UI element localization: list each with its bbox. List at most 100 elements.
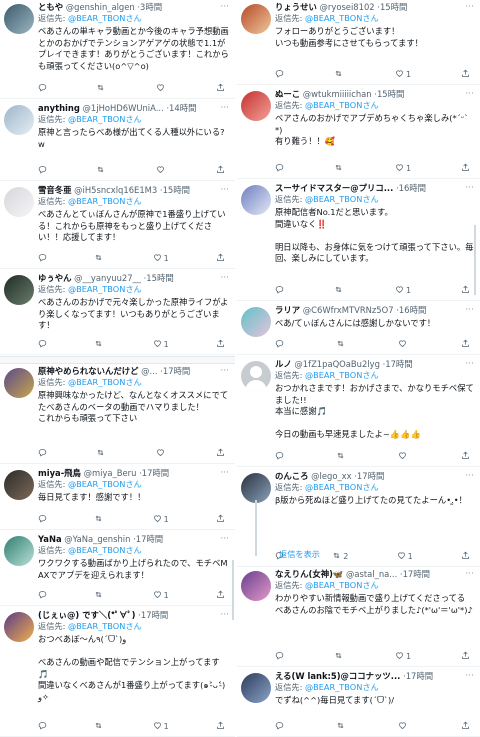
reply-button[interactable] xyxy=(38,339,47,350)
retweet-button[interactable] xyxy=(94,721,105,732)
reply-button[interactable] xyxy=(275,339,284,350)
more-icon[interactable]: ··· xyxy=(218,534,229,545)
avatar[interactable] xyxy=(4,536,34,566)
like-button[interactable]: 1 xyxy=(153,590,169,601)
user-name[interactable]: ラリア xyxy=(275,305,300,315)
tweet[interactable]: 雪音冬亜 @iH5sncxlq16E1M3 ·15時間 ··· 返信先: @BEAR… xyxy=(0,183,235,269)
retweet-button[interactable] xyxy=(334,651,345,662)
tweet-time[interactable]: 17時間 xyxy=(163,366,190,376)
retweet-button[interactable] xyxy=(334,163,345,174)
avatar[interactable] xyxy=(241,307,271,337)
like-button[interactable]: 1 xyxy=(395,285,411,296)
reply-to-link[interactable]: @BEAR_TBONさん xyxy=(68,196,142,206)
reply-to-link[interactable]: @BEAR_TBONさん xyxy=(68,479,142,489)
retweet-button[interactable] xyxy=(96,165,107,176)
user-handle[interactable]: @genshin_algen xyxy=(66,2,135,12)
reply-to-link[interactable]: @BEAR_TBONさん xyxy=(68,114,142,124)
user-name[interactable]: ともや xyxy=(38,2,63,12)
more-icon[interactable]: ··· xyxy=(463,359,474,370)
reply-to-link[interactable]: @BEAR_TBONさん xyxy=(68,377,142,387)
user-handle[interactable]: @astal_na... xyxy=(346,569,397,579)
avatar[interactable] xyxy=(241,91,271,121)
like-button[interactable] xyxy=(398,721,409,732)
like-button[interactable] xyxy=(398,451,409,462)
user-name[interactable]: のんころ xyxy=(275,471,309,481)
user-name[interactable]: (じぇぃ@) です＼(*ﾟ∀ﾟ) xyxy=(38,610,136,620)
tweet-time[interactable]: 14時間 xyxy=(169,103,196,113)
tweet-time[interactable]: 16時間 xyxy=(399,183,426,193)
reply-button[interactable] xyxy=(275,69,284,80)
reply-to-link[interactable]: @BEAR_TBONさん xyxy=(305,580,379,590)
user-name[interactable]: YaNa xyxy=(38,534,62,544)
share-button[interactable] xyxy=(216,721,225,732)
more-icon[interactable]: ··· xyxy=(218,103,229,114)
reply-to-link[interactable]: @BEAR_TBONさん xyxy=(305,100,379,110)
tweet[interactable]: 原神やめられないんだけど @... ·17時間 ··· 返信先: @BEAR_TBO… xyxy=(0,364,235,464)
more-icon[interactable]: ··· xyxy=(463,89,474,100)
retweet-button[interactable] xyxy=(336,339,347,350)
tweet[interactable]: なえりん(女神)🦋 @astal_na... ·17時間 ··· 返信先: @BEA… xyxy=(237,567,480,667)
more-icon[interactable]: ··· xyxy=(218,2,229,13)
user-name[interactable]: 原神やめられないんだけど xyxy=(38,366,139,376)
tweet-time[interactable]: 17時間 xyxy=(403,569,430,579)
tweet-time[interactable]: 17時間 xyxy=(357,471,384,481)
avatar[interactable] xyxy=(4,275,34,305)
tweet-time[interactable]: 17時間 xyxy=(141,610,168,620)
tweet[interactable]: のんころ @lego_xx ·17時間 ··· 返信先: @BEAR_TBONさん β… xyxy=(237,469,480,567)
user-handle[interactable]: @1jHoHD6WUniA... xyxy=(83,103,164,113)
more-icon[interactable]: ··· xyxy=(218,273,229,284)
reply-to-link[interactable]: @BEAR_TBONさん xyxy=(305,194,379,204)
avatar[interactable] xyxy=(4,470,34,500)
reply-to-link[interactable]: @BEAR_TBONさん xyxy=(68,13,142,23)
user-handle[interactable]: @iH5sncxlq16E1M3 xyxy=(74,185,157,195)
tweet[interactable]: える(W lank:5)@ココナッツ... ·17時間 ··· 返信先: @BEAR… xyxy=(237,669,480,737)
retweet-button[interactable]: 2 xyxy=(332,551,348,562)
user-name[interactable]: スーサイドマスター@プリコ... xyxy=(275,183,393,193)
tweet[interactable]: ゆぅやん @__yanyuu27__ ·15時間 ··· 返信先: @BEAR_TB… xyxy=(0,271,235,355)
reply-button[interactable] xyxy=(38,83,47,94)
reply-button[interactable] xyxy=(275,651,284,662)
user-name[interactable]: りょうせい xyxy=(275,2,317,12)
reply-to-link[interactable]: @BEAR_TBONさん xyxy=(68,621,142,631)
tweet[interactable]: anything @1jHoHD6WUniA... ·14時間 ··· 返信先: @… xyxy=(0,101,235,181)
share-button[interactable] xyxy=(461,69,470,80)
user-handle[interactable]: @lego_xx xyxy=(311,471,351,481)
like-button[interactable]: 1 xyxy=(397,551,413,562)
user-name[interactable]: miya-飛鳥 xyxy=(38,468,81,478)
tweet[interactable]: (じぇぃ@) です＼(*ﾟ∀ﾟ) ·17時間 ··· 返信先: @BEAR_TBON… xyxy=(0,608,235,737)
scroll-indicator[interactable] xyxy=(232,560,234,620)
avatar[interactable] xyxy=(241,4,271,34)
reply-button[interactable] xyxy=(275,163,284,174)
tweet[interactable]: YaNa @YaNa_genshin ·17時間 ··· 返信先: @BEAR_TB… xyxy=(0,532,235,606)
retweet-button[interactable] xyxy=(334,285,345,296)
more-icon[interactable]: ··· xyxy=(463,671,474,682)
reply-button[interactable] xyxy=(38,590,47,601)
avatar[interactable] xyxy=(241,673,271,703)
share-button[interactable] xyxy=(216,448,225,459)
share-button[interactable] xyxy=(461,163,470,174)
tweet[interactable]: ルノ @1fZ1paQOaBu2lyg ·17時間 ··· 返信先: @BEAR_T… xyxy=(237,357,480,467)
tweet-time[interactable]: 3時間 xyxy=(140,2,162,12)
show-replies-link[interactable]: 返信を表示 xyxy=(279,548,320,560)
share-button[interactable] xyxy=(461,721,470,732)
more-icon[interactable]: ··· xyxy=(218,610,229,621)
avatar[interactable] xyxy=(241,473,271,503)
share-button[interactable] xyxy=(216,339,225,350)
more-icon[interactable]: ··· xyxy=(463,2,474,13)
user-name[interactable]: ぬーこ xyxy=(275,89,300,99)
share-button[interactable] xyxy=(461,451,470,462)
tweet-time[interactable]: 17時間 xyxy=(406,671,433,681)
avatar[interactable] xyxy=(4,105,34,135)
retweet-button[interactable] xyxy=(94,514,105,525)
user-handle[interactable]: @miya_Beru xyxy=(84,468,137,478)
tweet[interactable]: ぬーこ @wtukmiiiiichan ·15時間 ··· 返信先: @BEAR_T… xyxy=(237,87,480,179)
like-button[interactable]: 1 xyxy=(395,69,411,80)
user-name[interactable]: anything xyxy=(38,103,80,113)
like-button[interactable]: 1 xyxy=(395,163,411,174)
like-button[interactable]: 1 xyxy=(153,721,169,732)
user-handle[interactable]: @YaNa_genshin xyxy=(64,534,130,544)
share-button[interactable] xyxy=(216,253,225,264)
reply-button[interactable] xyxy=(38,721,47,732)
reply-to-link[interactable]: @BEAR_TBONさん xyxy=(68,545,142,555)
user-handle[interactable]: @... xyxy=(141,366,157,376)
